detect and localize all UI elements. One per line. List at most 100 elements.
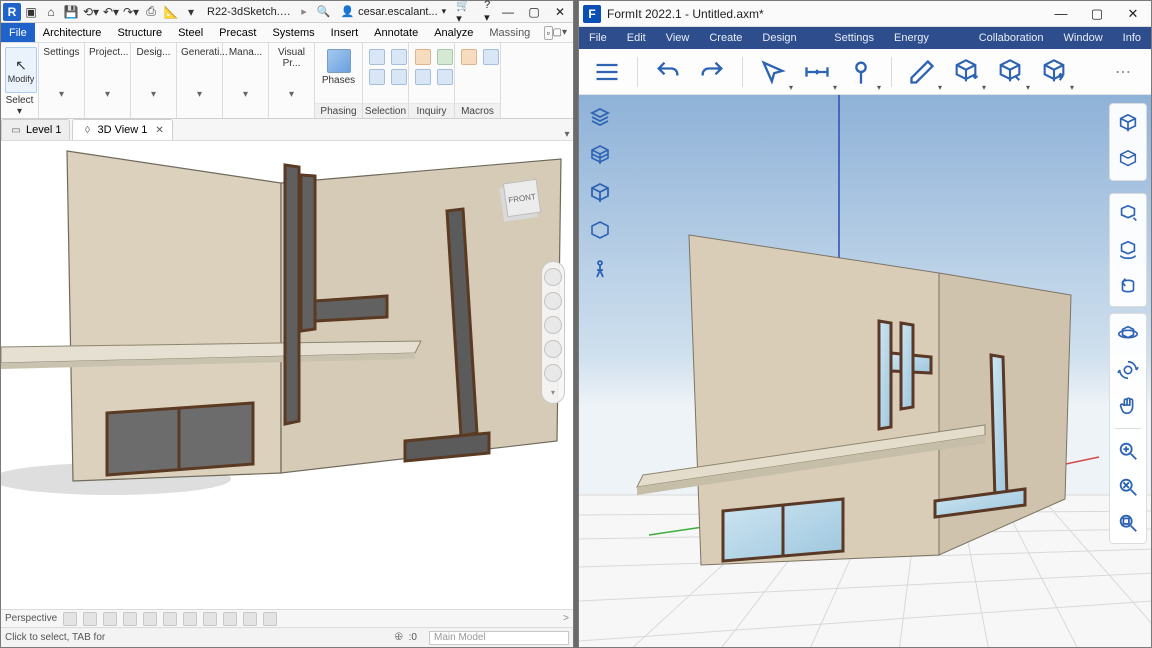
rotate-cube-icon[interactable] — [1114, 236, 1142, 264]
measure-icon[interactable]: ▾ — [799, 54, 835, 90]
pencil-icon[interactable]: ▾ — [904, 54, 940, 90]
menu-create[interactable]: Create — [699, 27, 752, 49]
ribbon-icon[interactable] — [391, 49, 407, 65]
pan-hand-icon[interactable] — [1114, 392, 1142, 420]
zoom-extents-icon[interactable] — [1114, 473, 1142, 501]
overflow-icon[interactable]: ⋯ — [1105, 54, 1141, 90]
tab-structure[interactable]: Structure — [109, 23, 170, 42]
cart-icon[interactable]: 🛒▾ — [456, 0, 474, 25]
close-button[interactable]: ✕ — [1115, 1, 1151, 27]
menu-file[interactable]: File — [579, 27, 617, 49]
print-icon[interactable]: ⎙ — [142, 3, 160, 21]
tab-close-icon[interactable]: ✕ — [155, 125, 163, 136]
ribbon-icon[interactable] — [483, 49, 499, 65]
panel-manage[interactable]: Mana...▾ — [223, 43, 269, 118]
menu-icon[interactable] — [589, 54, 625, 90]
formit-3d-viewport[interactable] — [579, 95, 1151, 647]
tab-overflow-icon[interactable]: ▾ — [561, 129, 573, 140]
menu-collaboration[interactable]: Collaboration — [969, 27, 1054, 49]
zoom-selection-icon[interactable] — [1114, 509, 1142, 537]
spin-icon[interactable] — [1114, 356, 1142, 384]
minimize-button[interactable]: — — [1043, 1, 1079, 27]
menu-energy[interactable]: Energy Analysis — [884, 27, 969, 49]
reveal-icon[interactable] — [263, 612, 277, 626]
tab-systems[interactable]: Systems — [264, 23, 322, 42]
home-icon[interactable]: ⌂ — [42, 3, 60, 21]
redo-icon[interactable] — [694, 54, 730, 90]
visual-style-icon[interactable] — [103, 612, 117, 626]
outline-cube-icon[interactable] — [585, 217, 615, 247]
tab-annotate[interactable]: Annotate — [366, 23, 426, 42]
pushpin-icon[interactable]: ▾ — [843, 54, 879, 90]
revit-3d-viewport[interactable]: FRONT ▾ — [1, 141, 573, 609]
sync-icon[interactable]: ⟲▾ — [82, 3, 100, 21]
ribbon-icon[interactable] — [415, 49, 431, 65]
tab-3dview[interactable]: ◊ 3D View 1 ✕ — [72, 119, 172, 140]
panel-design[interactable]: Desig...▾ — [131, 43, 177, 118]
help-icon[interactable]: ?▾ — [484, 0, 495, 24]
wireframe-cube-icon[interactable] — [585, 141, 615, 171]
orbit-icon[interactable] — [1114, 320, 1142, 348]
ribbon-icon[interactable] — [461, 49, 477, 65]
qat-dropdown-icon[interactable]: ▾ — [182, 3, 200, 21]
menu-info[interactable]: Info — [1113, 27, 1151, 49]
maximize-button[interactable]: ▢ — [521, 1, 547, 23]
detail-level-icon[interactable] — [83, 612, 97, 626]
user-account[interactable]: 👤 cesar.escalant... ▾ — [340, 5, 446, 18]
undo-icon[interactable]: ↶▾ — [102, 3, 120, 21]
zoom-in-icon[interactable] — [1114, 437, 1142, 465]
swivel-icon[interactable] — [1114, 272, 1142, 300]
shadows-icon[interactable] — [143, 612, 157, 626]
hide-icon[interactable] — [243, 612, 257, 626]
menu-settings[interactable]: Settings — [824, 27, 884, 49]
perspective-label[interactable]: Perspective — [5, 613, 57, 624]
crop-region-icon[interactable] — [203, 612, 217, 626]
menu-edit[interactable]: Edit — [617, 27, 656, 49]
workset-selector[interactable]: Main Model — [429, 631, 569, 645]
scale-icon[interactable] — [63, 612, 77, 626]
save-icon[interactable]: 💾 — [62, 3, 80, 21]
sun-path-icon[interactable] — [123, 612, 137, 626]
tab-insert[interactable]: Insert — [323, 23, 367, 42]
cube-bolt-icon[interactable]: ▾ — [1036, 54, 1072, 90]
lock-icon[interactable] — [223, 612, 237, 626]
panel-settings[interactable]: Settings▾ — [39, 43, 85, 118]
modify-button[interactable]: ↖ Modify — [5, 47, 37, 93]
open-icon[interactable]: ▣ — [22, 3, 40, 21]
panel-project[interactable]: Project...▾ — [85, 43, 131, 118]
phases-icon[interactable] — [327, 49, 351, 73]
iso-cube-icon[interactable] — [1114, 146, 1142, 174]
orbit-cube-icon[interactable] — [1114, 200, 1142, 228]
panel-visual[interactable]: Visual Pr...▾ — [269, 43, 315, 118]
close-button[interactable]: ✕ — [547, 1, 573, 23]
orbit-icon[interactable] — [544, 340, 562, 358]
menu-design-tools[interactable]: Design Tools — [752, 27, 824, 49]
tab-precast[interactable]: Precast — [211, 23, 264, 42]
tab-massing[interactable]: Massing & Site — [481, 23, 539, 42]
cube-add-icon[interactable]: ▾ — [948, 54, 984, 90]
view-cube-icon[interactable] — [1114, 110, 1142, 138]
menu-view[interactable]: View — [656, 27, 700, 49]
ribbon-collapse-icon[interactable]: ▢▾ — [553, 27, 573, 38]
undo-icon[interactable] — [650, 54, 686, 90]
revit-logo-icon[interactable]: R — [3, 3, 21, 21]
tab-analyze[interactable]: Analyze — [426, 23, 481, 42]
ribbon-icon[interactable] — [369, 49, 385, 65]
walk-icon[interactable] — [585, 255, 615, 285]
ribbon-icon[interactable] — [437, 49, 453, 65]
redo-icon[interactable]: ↷▾ — [122, 3, 140, 21]
render-icon[interactable] — [163, 612, 177, 626]
ribbon-icon[interactable] — [437, 69, 453, 85]
tab-file[interactable]: File — [1, 23, 35, 42]
select-icon[interactable]: ▾ — [755, 54, 791, 90]
minimize-button[interactable]: — — [495, 1, 521, 23]
ribbon-config-icon[interactable]: ▫ — [544, 26, 553, 40]
tab-level1[interactable]: ▭ Level 1 — [1, 119, 70, 140]
layer-cube-icon[interactable] — [585, 103, 615, 133]
crop-icon[interactable] — [183, 612, 197, 626]
steering-wheel-icon[interactable] — [544, 268, 562, 286]
panel-generate[interactable]: Generati...▾ — [177, 43, 223, 118]
search-icon[interactable]: 🔍 — [317, 5, 331, 18]
tab-steel[interactable]: Steel — [170, 23, 211, 42]
paperplane-icon[interactable] — [544, 364, 562, 382]
